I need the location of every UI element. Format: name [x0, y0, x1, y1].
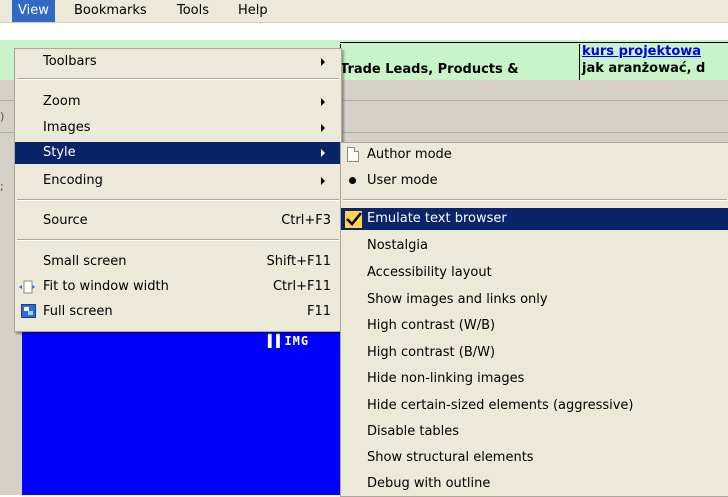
menu-item-nostalgia[interactable]: Nostalgia — [341, 235, 728, 257]
style-submenu: Author mode User mode Emulate text brows… — [340, 142, 728, 497]
menu-item-toolbars[interactable]: Toolbars — [15, 51, 341, 73]
menu-item-label: Small screen — [43, 254, 127, 269]
menu-separator — [343, 199, 727, 201]
menu-item-label: Show images and links only — [367, 292, 548, 307]
image-placeholder-label: ▌▌IMG — [268, 334, 310, 348]
shortcut-label: Ctrl+F11 — [272, 279, 331, 294]
table-cell-text: Trade Leads, Products & — [340, 62, 519, 77]
menu-item-label: Nostalgia — [367, 238, 428, 253]
menu-item-user-mode[interactable]: User mode — [341, 170, 728, 192]
menu-item-fit-to-window-width[interactable]: Fit to window width Ctrl+F11 — [15, 276, 341, 298]
menu-separator — [17, 78, 339, 80]
menu-item-hide-certain-sized[interactable]: Hide certain-sized elements (aggressive) — [341, 395, 728, 417]
shortcut-label: Shift+F11 — [266, 254, 331, 269]
menu-item-label: Toolbars — [43, 54, 97, 69]
menu-item-label: Style — [43, 145, 76, 160]
shortcut-label: F11 — [306, 304, 331, 319]
menu-item-label: Images — [43, 120, 91, 135]
menu-item-label: Fit to window width — [43, 279, 169, 294]
menu-bookmarks[interactable]: Bookmarks — [68, 0, 153, 22]
menu-item-hide-nonlinking-images[interactable]: Hide non-linking images — [341, 368, 728, 390]
menu-item-label: Source — [43, 213, 88, 228]
menu-item-images[interactable]: Images — [15, 117, 341, 139]
page-edge-glyph: ) — [0, 110, 5, 123]
image-panel: ▌▌IMG — [22, 330, 340, 495]
menu-item-full-screen[interactable]: Full screen F11 — [15, 301, 341, 323]
menu-item-high-contrast-bw[interactable]: High contrast (B/W) — [341, 342, 728, 364]
menu-separator — [17, 239, 339, 241]
checkmark-icon — [345, 211, 362, 228]
menu-help[interactable]: Help — [232, 0, 274, 22]
menu-item-label: Hide certain-sized elements (aggressive) — [367, 398, 634, 413]
menu-item-accessibility-layout[interactable]: Accessibility layout — [341, 262, 728, 284]
menu-item-label: Disable tables — [367, 424, 460, 439]
menu-item-label: Emulate text browser — [367, 211, 507, 226]
submenu-arrow-icon — [321, 149, 325, 157]
menu-view[interactable]: View — [12, 0, 55, 22]
menu-item-high-contrast-wb[interactable]: High contrast (W/B) — [341, 315, 728, 337]
menu-item-label: Show structural elements — [367, 450, 534, 465]
menu-item-zoom[interactable]: Zoom — [15, 91, 341, 113]
submenu-arrow-icon — [321, 98, 325, 106]
menu-item-debug-outline[interactable]: Debug with outline — [341, 473, 728, 495]
full-screen-icon — [21, 304, 36, 318]
menu-item-author-mode[interactable]: Author mode — [341, 144, 728, 166]
submenu-arrow-icon — [321, 124, 325, 132]
menu-item-label: Hide non-linking images — [367, 371, 525, 386]
submenu-arrow-icon — [321, 177, 325, 185]
menu-item-disable-tables[interactable]: Disable tables — [341, 421, 728, 443]
menu-item-label: High contrast (W/B) — [367, 318, 496, 333]
menu-item-label: Accessibility layout — [367, 265, 492, 280]
menu-item-encoding[interactable]: Encoding — [15, 170, 341, 192]
menu-item-label: Encoding — [43, 173, 103, 188]
menu-item-label: Author mode — [367, 147, 452, 162]
fit-width-icon — [19, 280, 35, 294]
radio-selected-icon — [349, 177, 356, 184]
page-icon — [347, 147, 359, 162]
view-menu: Toolbars Zoom Images Style Encoding Sour… — [14, 48, 342, 332]
menu-item-style[interactable]: Style — [15, 142, 341, 164]
menu-item-label: Debug with outline — [367, 476, 491, 491]
menu-item-show-structural[interactable]: Show structural elements — [341, 447, 728, 469]
page-edge-glyph: ; — [0, 180, 4, 193]
menu-item-emulate-text-browser[interactable]: Emulate text browser — [341, 208, 728, 230]
menu-item-small-screen[interactable]: Small screen Shift+F11 — [15, 251, 341, 273]
menu-tools[interactable]: Tools — [171, 0, 215, 22]
menu-item-source[interactable]: Source Ctrl+F3 — [15, 210, 341, 232]
menu-separator — [17, 199, 339, 201]
menubar: View Bookmarks Tools Help — [0, 0, 728, 23]
shortcut-label: Ctrl+F3 — [281, 213, 331, 228]
menu-item-label: User mode — [367, 173, 438, 188]
page-subtext: jak aranżować, d — [582, 61, 706, 76]
submenu-arrow-icon — [321, 58, 325, 66]
menu-item-label: Zoom — [43, 94, 81, 109]
menu-item-label: Full screen — [43, 304, 113, 319]
menu-item-show-images-links[interactable]: Show images and links only — [341, 289, 728, 311]
menu-item-label: High contrast (B/W) — [367, 345, 496, 360]
page-link[interactable]: kurs projektowa — [582, 44, 701, 59]
